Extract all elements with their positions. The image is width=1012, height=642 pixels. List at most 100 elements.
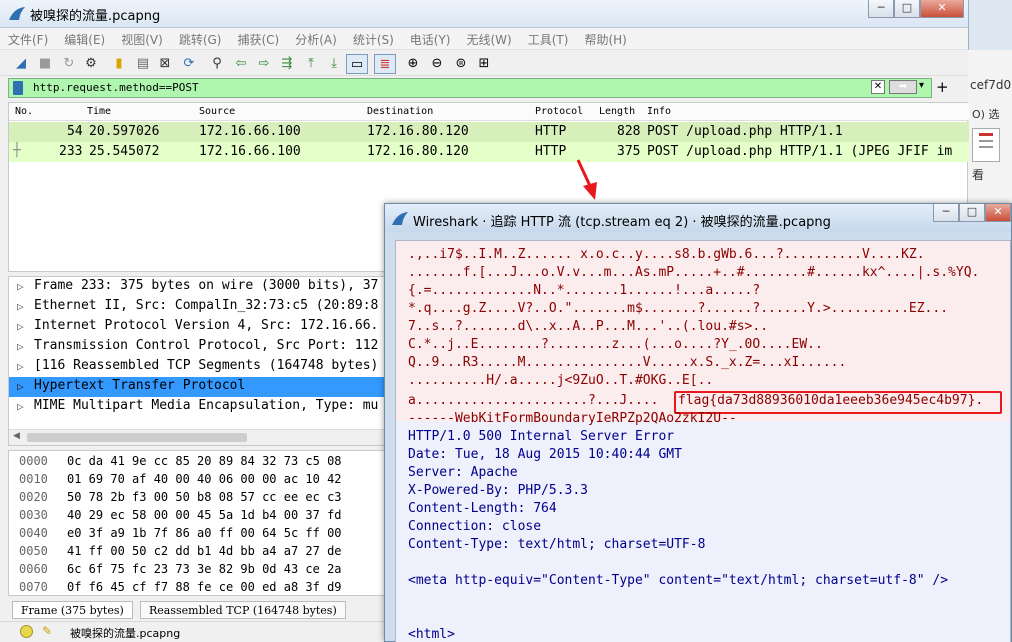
column-time[interactable]: Time — [87, 106, 111, 117]
scrollbar-thumb[interactable] — [27, 433, 247, 442]
dialog-minimize-button[interactable]: ─ — [933, 204, 959, 222]
red-arrow-annotation — [576, 159, 597, 200]
detail-row-frame[interactable]: ▷ Frame 233: 375 bytes on wire (3000 bits… — [9, 277, 389, 297]
go-to-packet-icon[interactable]: ⇶ — [278, 54, 296, 72]
last-packet-icon[interactable]: ⤓ — [325, 54, 343, 72]
detail-row-tcp[interactable]: ▷ Transmission Control Protocol, Src Port… — [9, 337, 389, 357]
server-line: HTTP/1.0 500 Internal Server Error — [408, 429, 675, 444]
clear-filter-icon[interactable]: ✕ — [871, 80, 885, 94]
expand-arrow-icon[interactable]: ▷ — [17, 300, 24, 313]
packet-destination: 172.16.80.120 — [367, 124, 469, 139]
go-forward-icon[interactable]: ⇨ — [255, 54, 273, 72]
server-line: Content-Type: text/html; charset=UTF-8 — [408, 537, 706, 552]
start-capture-icon[interactable]: ◢ — [12, 54, 30, 72]
packet-source: 172.16.66.100 — [199, 124, 301, 139]
bytes-tabs: Frame (375 bytes) Reassembled TCP (16474… — [8, 601, 388, 619]
apply-filter-icon[interactable]: ➡ — [889, 80, 917, 94]
zoom-in-icon[interactable]: ⊕ — [404, 54, 422, 72]
detail-row-mime[interactable]: ▷ MIME Multipart Media Encapsulation, Typ… — [9, 397, 389, 417]
column-destination[interactable]: Destination — [367, 106, 433, 117]
tab-reassembled-tcp[interactable]: Reassembled TCP (164748 bytes) — [140, 601, 346, 619]
server-line: Server: Apache — [408, 465, 518, 480]
detail-row-ip[interactable]: ▷ Internet Protocol Version 4, Src: 172.1… — [9, 317, 389, 337]
tab-frame[interactable]: Frame (375 bytes) — [12, 601, 133, 619]
dialog-close-button[interactable]: ✕ — [985, 204, 1011, 222]
resize-columns-icon[interactable]: ⊞ — [475, 54, 493, 72]
client-line: C.*..j..E........?........z...(...o....?… — [408, 337, 823, 352]
column-length[interactable]: Length — [599, 106, 635, 117]
packet-row[interactable]: 54 20.597026 172.16.66.100 172.16.80.120… — [9, 122, 969, 142]
expand-arrow-icon[interactable]: ▷ — [17, 360, 24, 373]
menu-tools[interactable]: 工具(T) — [520, 28, 577, 48]
packet-destination: 172.16.80.120 — [367, 144, 469, 159]
detail-row-http-selected[interactable]: ▷ Hypertext Transfer Protocol — [9, 377, 389, 397]
menu-capture[interactable]: 捕获(C) — [229, 28, 287, 48]
client-line: 7..s..?.......d\..x..A..P...M...'..(.lou… — [408, 319, 769, 334]
close-button[interactable]: ✕ — [920, 0, 964, 18]
details-horizontal-scrollbar[interactable]: ◀ — [9, 429, 387, 445]
colorize-icon[interactable]: ≣ — [374, 54, 396, 74]
edit-comment-icon[interactable]: ✎ — [42, 624, 52, 638]
packet-row[interactable]: ┼ 233 25.545072 172.16.66.100 172.16.80.… — [9, 142, 969, 162]
client-line: Q..9...R3.....M...............V.....x.S.… — [408, 355, 847, 370]
capture-options-icon[interactable]: ⚙ — [82, 54, 100, 72]
expand-arrow-icon[interactable]: ▷ — [17, 340, 24, 353]
expand-arrow-icon[interactable]: ▷ — [17, 280, 24, 293]
scroll-left-icon[interactable]: ◀ — [13, 431, 20, 441]
packet-length: 375 — [617, 144, 641, 159]
packet-protocol: HTTP — [535, 144, 567, 159]
close-file-icon[interactable]: ⊠ — [156, 54, 174, 72]
display-filter-input[interactable]: http.request.method==POST — [33, 81, 199, 94]
menu-telephony[interactable]: 电话(Y) — [402, 28, 459, 48]
maximize-button[interactable]: □ — [894, 0, 920, 18]
client-line: ..........H/.a.....j<9ZuO..T.#OKG..E[.. — [408, 373, 714, 388]
packet-length: 828 — [617, 124, 641, 139]
detail-row-reassembled[interactable]: ▷ [116 Reassembled TCP Segments (164748 b… — [9, 357, 389, 377]
stop-capture-icon[interactable]: ■ — [36, 54, 54, 72]
expand-arrow-icon[interactable]: ▷ — [17, 320, 24, 333]
minimize-button[interactable]: ─ — [868, 0, 894, 18]
add-filter-button[interactable]: + — [936, 78, 949, 96]
reload-file-icon[interactable]: ⟳ — [180, 54, 198, 72]
menu-file[interactable]: 文件(F) — [0, 28, 56, 48]
wireshark-fin-icon — [392, 212, 408, 225]
title-bar: 被嗅探的流量.pcapng ─ □ ✕ — [0, 0, 968, 28]
column-info[interactable]: Info — [647, 106, 671, 117]
dialog-title: Wireshark · 追踪 HTTP 流 (tcp.stream eq 2) … — [413, 215, 831, 230]
bookmark-icon[interactable] — [13, 81, 23, 95]
column-no[interactable]: No. — [15, 106, 33, 117]
column-protocol[interactable]: Protocol — [535, 106, 583, 117]
menu-edit[interactable]: 编辑(E) — [56, 28, 113, 48]
column-source[interactable]: Source — [199, 106, 235, 117]
menu-go[interactable]: 跳转(G) — [171, 28, 230, 48]
save-file-icon[interactable]: ▤ — [134, 54, 152, 72]
client-line: a......................?...J.... — [408, 393, 659, 408]
go-back-icon[interactable]: ⇦ — [232, 54, 250, 72]
zoom-out-icon[interactable]: ⊖ — [428, 54, 446, 72]
menu-help[interactable]: 帮助(H) — [576, 28, 634, 48]
dialog-maximize-button[interactable]: □ — [959, 204, 985, 222]
server-line: <meta http-equiv="Content-Type" content=… — [408, 573, 949, 588]
find-packet-icon[interactable]: ⚲ — [208, 54, 226, 72]
menu-statistics[interactable]: 统计(S) — [345, 28, 402, 48]
auto-scroll-icon[interactable]: ▭ — [346, 54, 368, 74]
restart-capture-icon[interactable]: ↻ — [60, 54, 78, 72]
open-file-icon[interactable]: ▮ — [110, 54, 128, 72]
display-filter-bar[interactable]: http.request.method==POST ✕ ➡ ▾ — [8, 78, 932, 98]
packet-source: 172.16.66.100 — [199, 144, 301, 159]
menu-analyze[interactable]: 分析(A) — [287, 28, 345, 48]
normal-size-icon[interactable]: ⊜ — [452, 54, 470, 72]
wireshark-fin-icon — [9, 7, 25, 20]
expand-arrow-icon[interactable]: ▷ — [17, 380, 24, 393]
menu-wireless[interactable]: 无线(W) — [459, 28, 520, 48]
background-window-text: cef7d0 — [970, 78, 1012, 92]
first-packet-icon[interactable]: ⤒ — [302, 54, 320, 72]
expand-arrow-icon[interactable]: ▷ — [17, 400, 24, 413]
packet-time: 20.597026 — [89, 124, 160, 139]
main-toolbar: ◢ ■ ↻ ⚙ ▮ ▤ ⊠ ⟳ ⚲ ⇦ ⇨ ⇶ ⤒ ⤓ ▭ ≣ ⊕ ⊖ ⊜ ⊞ — [0, 50, 968, 76]
menu-view[interactable]: 视图(V) — [113, 28, 171, 48]
detail-row-ethernet[interactable]: ▷ Ethernet II, Src: CompalIn_32:73:c5 (20… — [9, 297, 389, 317]
filter-dropdown-icon[interactable]: ▾ — [919, 80, 924, 91]
related-packet-icon: ┼ — [13, 143, 21, 158]
expert-info-icon[interactable] — [20, 625, 33, 638]
